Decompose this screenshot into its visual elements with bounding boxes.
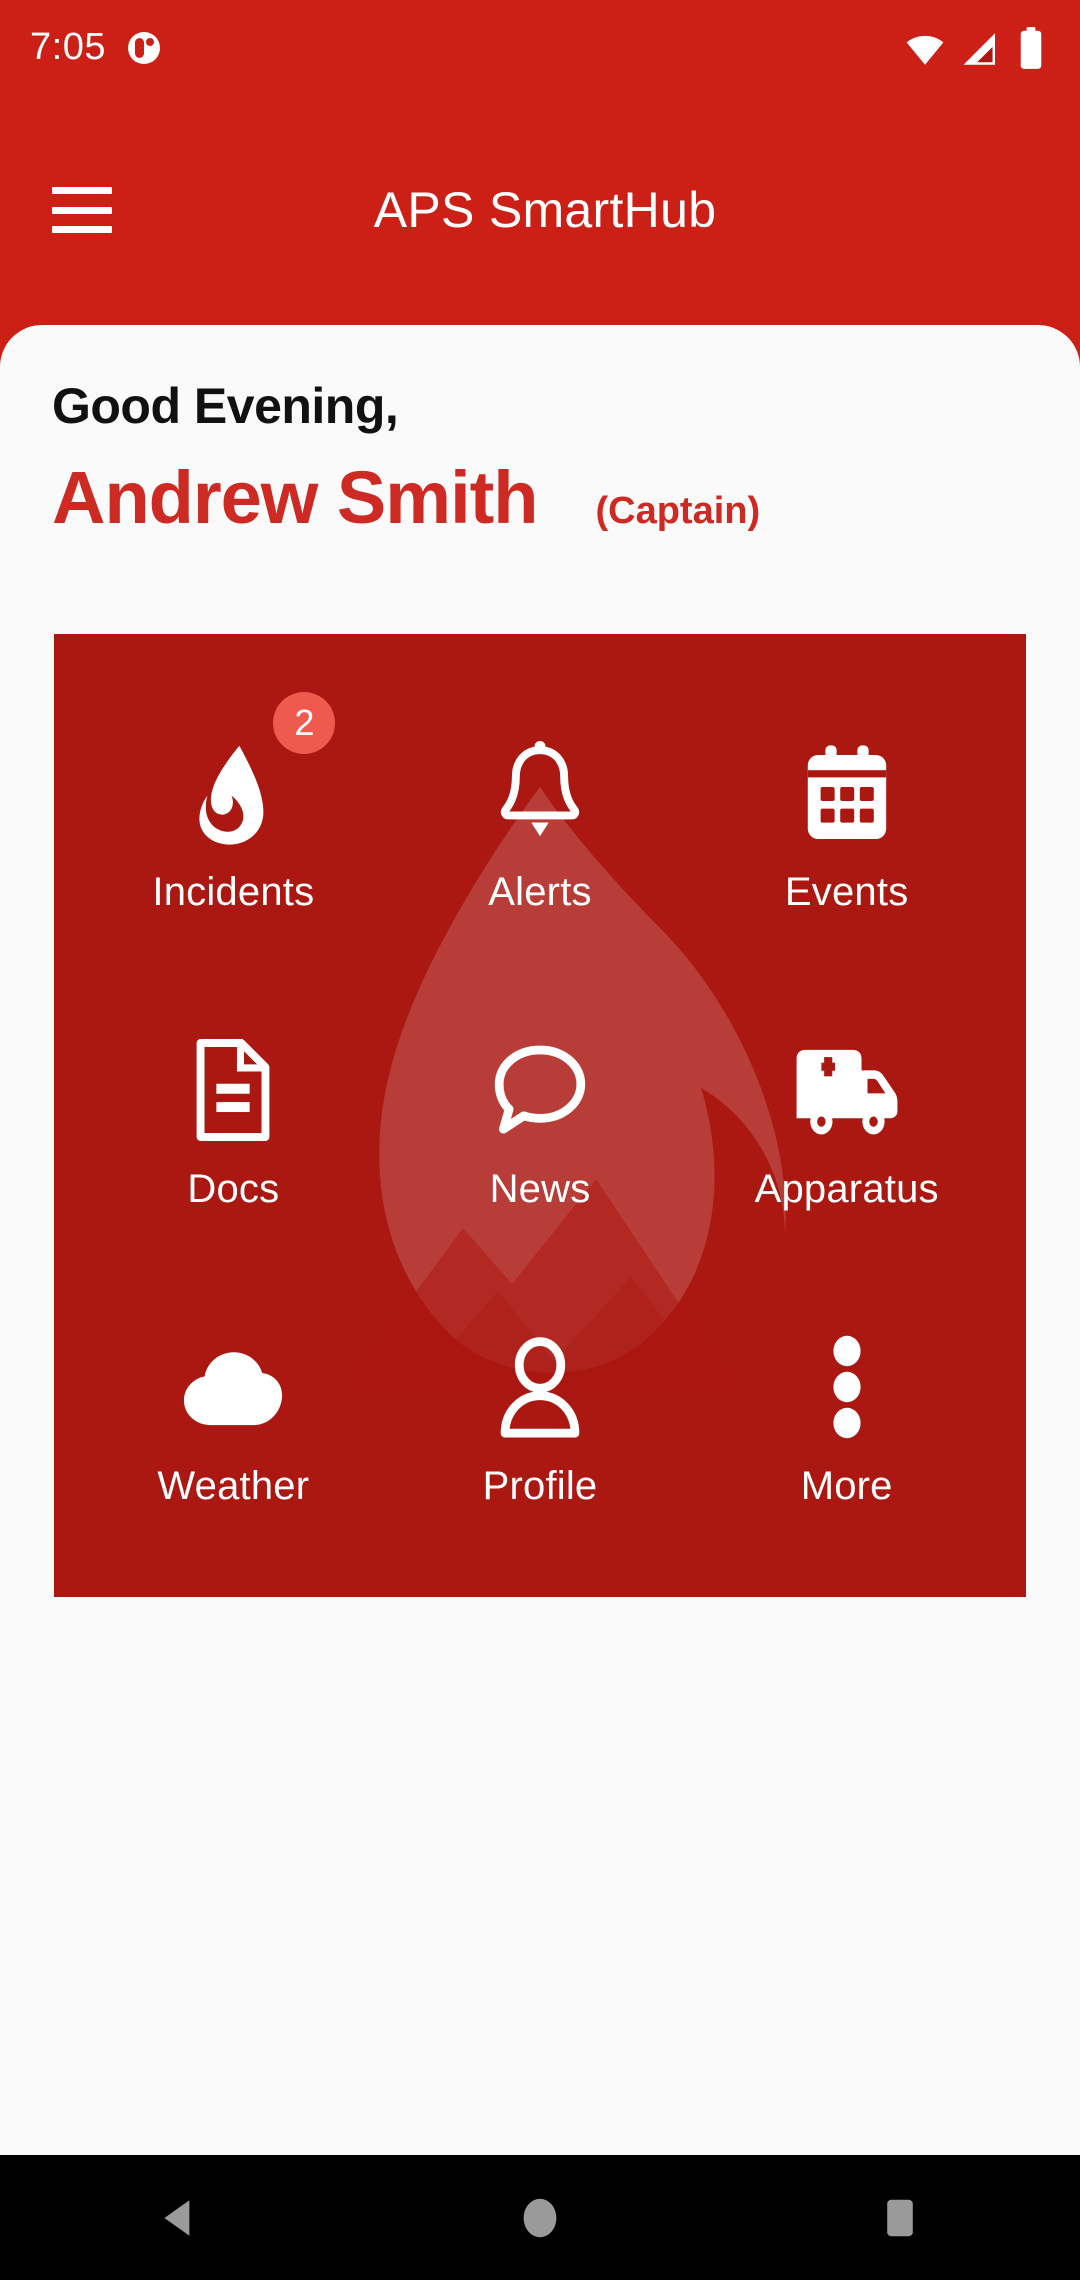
grid-label-alerts: Alerts — [488, 870, 592, 914]
menu-line-1 — [52, 187, 112, 194]
grid-item-news[interactable]: News — [387, 975, 694, 1272]
grid-item-profile[interactable]: Profile — [387, 1272, 694, 1569]
app-title: APS SmartHub — [373, 182, 717, 238]
grid-label-profile: Profile — [482, 1464, 598, 1508]
dashboard-grid: 2 Incidents Alerts Events Docs News Appa… — [54, 634, 1026, 1597]
user-row: Andrew Smith (Captain) — [52, 461, 1080, 535]
status-clock: 7:05 — [30, 26, 106, 68]
battery-icon — [1020, 26, 1042, 69]
menu-line-2 — [52, 206, 112, 214]
grid-item-events[interactable]: Events — [693, 678, 1000, 975]
wifi-icon — [906, 35, 944, 65]
app-dot-icon — [127, 31, 160, 64]
flame-icon — [199, 745, 264, 845]
document-icon — [196, 1039, 270, 1141]
grid-label-docs: Docs — [187, 1167, 280, 1211]
greeting-salutation: Good Evening, — [52, 378, 399, 434]
bell-icon — [500, 741, 580, 837]
grid-item-docs[interactable]: Docs — [80, 975, 387, 1272]
hamburger-menu-icon[interactable] — [52, 187, 112, 233]
person-icon — [500, 1337, 580, 1438]
chat-bubble-icon — [494, 1045, 586, 1134]
grid-label-news: News — [489, 1167, 591, 1211]
app-bar: APS SmartHub — [0, 95, 1080, 325]
nav-home-button[interactable] — [440, 2155, 640, 2280]
calendar-icon — [807, 745, 886, 839]
back-triangle-icon — [164, 2199, 190, 2236]
grid-label-events: Events — [784, 870, 909, 914]
user-rank: (Captain) — [595, 490, 761, 532]
content-sheet: Good Evening, Andrew Smith (Captain) 2 I… — [0, 325, 1080, 2155]
status-bar: 7:05 — [0, 0, 1080, 95]
grid-label-apparatus: Apparatus — [754, 1167, 939, 1211]
nav-recents-button[interactable] — [800, 2155, 1000, 2280]
grid-icon-wrap-alerts — [490, 738, 590, 848]
grid-icon-wrap-profile — [494, 1332, 586, 1442]
grid-icon-wrap-events — [799, 738, 895, 848]
grid-icon-wrap-more — [827, 1332, 867, 1442]
ambulance-icon — [796, 1049, 898, 1135]
grid-item-alerts[interactable]: Alerts — [387, 678, 694, 975]
grid-label-weather: Weather — [157, 1464, 310, 1508]
grid-label-incidents: Incidents — [152, 870, 315, 914]
grid-icon-wrap-news — [489, 1035, 591, 1145]
grid-item-weather[interactable]: Weather — [80, 1272, 387, 1569]
cloud-icon — [184, 1352, 283, 1426]
nav-back-button[interactable] — [80, 2155, 280, 2280]
status-bar-left: 7:05 — [30, 26, 160, 69]
cellular-signal-icon — [963, 32, 995, 65]
more-vertical-icon — [833, 1335, 861, 1439]
grid-icon-wrap-incidents: 2 — [185, 692, 336, 848]
grid-icon-wrap-weather — [178, 1332, 288, 1442]
system-nav-bar — [0, 2155, 1080, 2280]
greeting-block: Good Evening, Andrew Smith (Captain) — [0, 325, 1080, 535]
user-name: Andrew Smith — [52, 456, 538, 539]
home-circle-icon — [523, 2198, 557, 2237]
grid-item-incidents[interactable]: 2 Incidents — [80, 678, 387, 975]
recents-square-icon — [887, 2199, 913, 2236]
grid-icon-wrap-docs — [189, 1035, 277, 1145]
status-bar-right — [904, 26, 1046, 70]
badge-incidents: 2 — [273, 692, 336, 754]
dashboard-grid-panel: 2 Incidents Alerts Events Docs News Appa… — [54, 634, 1026, 1597]
app-screen: 7:05 APS SmartHub Good Evening, Andrew S… — [0, 0, 1080, 2280]
grid-item-apparatus[interactable]: Apparatus — [693, 975, 1000, 1272]
grid-label-more: More — [800, 1464, 893, 1508]
grid-icon-wrap-apparatus — [791, 1035, 903, 1145]
menu-line-3 — [52, 226, 112, 233]
grid-item-more[interactable]: More — [693, 1272, 1000, 1569]
